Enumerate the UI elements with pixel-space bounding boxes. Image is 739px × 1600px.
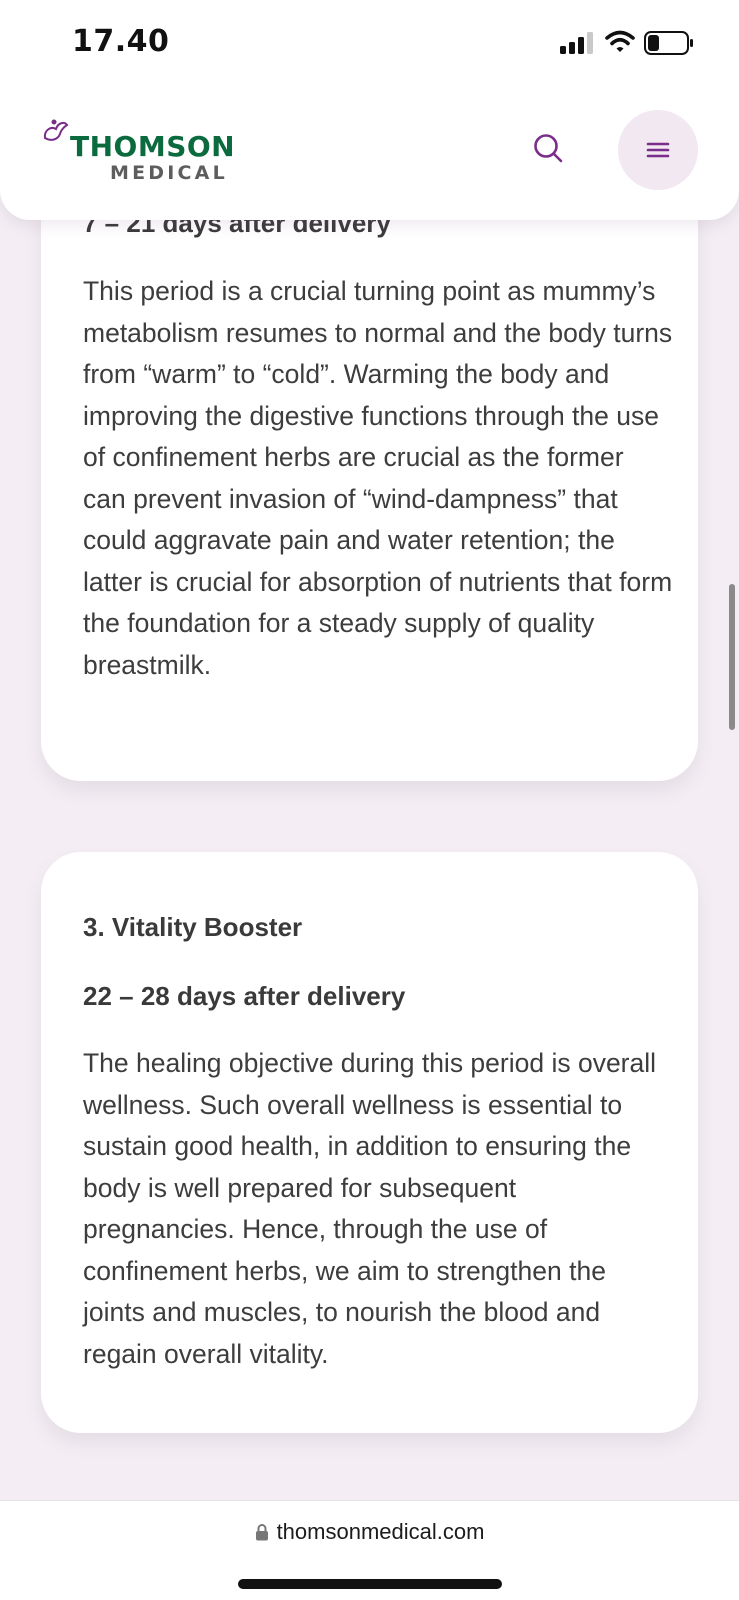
logo-wordmark: THOMSON — [70, 130, 236, 163]
site-header: THOMSON MEDICAL — [0, 90, 739, 220]
vitality-booster-card: 3. Vitality Booster 22 – 28 days after d… — [41, 852, 698, 1433]
section-body-text: The healing objective during this period… — [83, 1048, 657, 1369]
status-time: 17.40 — [72, 24, 170, 59]
hamburger-menu-icon — [646, 142, 670, 158]
search-icon[interactable] — [530, 130, 566, 166]
battery-icon — [644, 31, 693, 55]
section-body-text: This period is a crucial turning point a… — [83, 276, 673, 680]
status-bar: 17.40 — [0, 0, 739, 90]
home-indicator — [238, 1579, 502, 1589]
scrollbar[interactable] — [729, 584, 735, 730]
stage-card: 7 – 21 days after delivery This period i… — [41, 150, 698, 781]
thomson-medical-logo[interactable]: THOMSON MEDICAL — [40, 118, 240, 184]
logo-mark-icon — [43, 119, 69, 141]
lock-icon — [255, 1524, 268, 1541]
wifi-icon — [605, 30, 635, 52]
period-heading: 22 – 28 days after delivery — [83, 981, 406, 1011]
section-title: 3. Vitality Booster — [83, 912, 303, 942]
cellular-signal-icon — [560, 32, 593, 54]
url-display[interactable]: thomsonmedical.com — [0, 1519, 739, 1545]
logo-subtitle: MEDICAL — [110, 162, 228, 184]
browser-address-bar[interactable]: thomsonmedical.com — [0, 1500, 739, 1600]
page: 17.40 THOMSON MEDICAL 7 – 21 days after … — [0, 0, 739, 1600]
url-text: thomsonmedical.com — [276, 1519, 485, 1544]
menu-button[interactable] — [618, 110, 698, 190]
